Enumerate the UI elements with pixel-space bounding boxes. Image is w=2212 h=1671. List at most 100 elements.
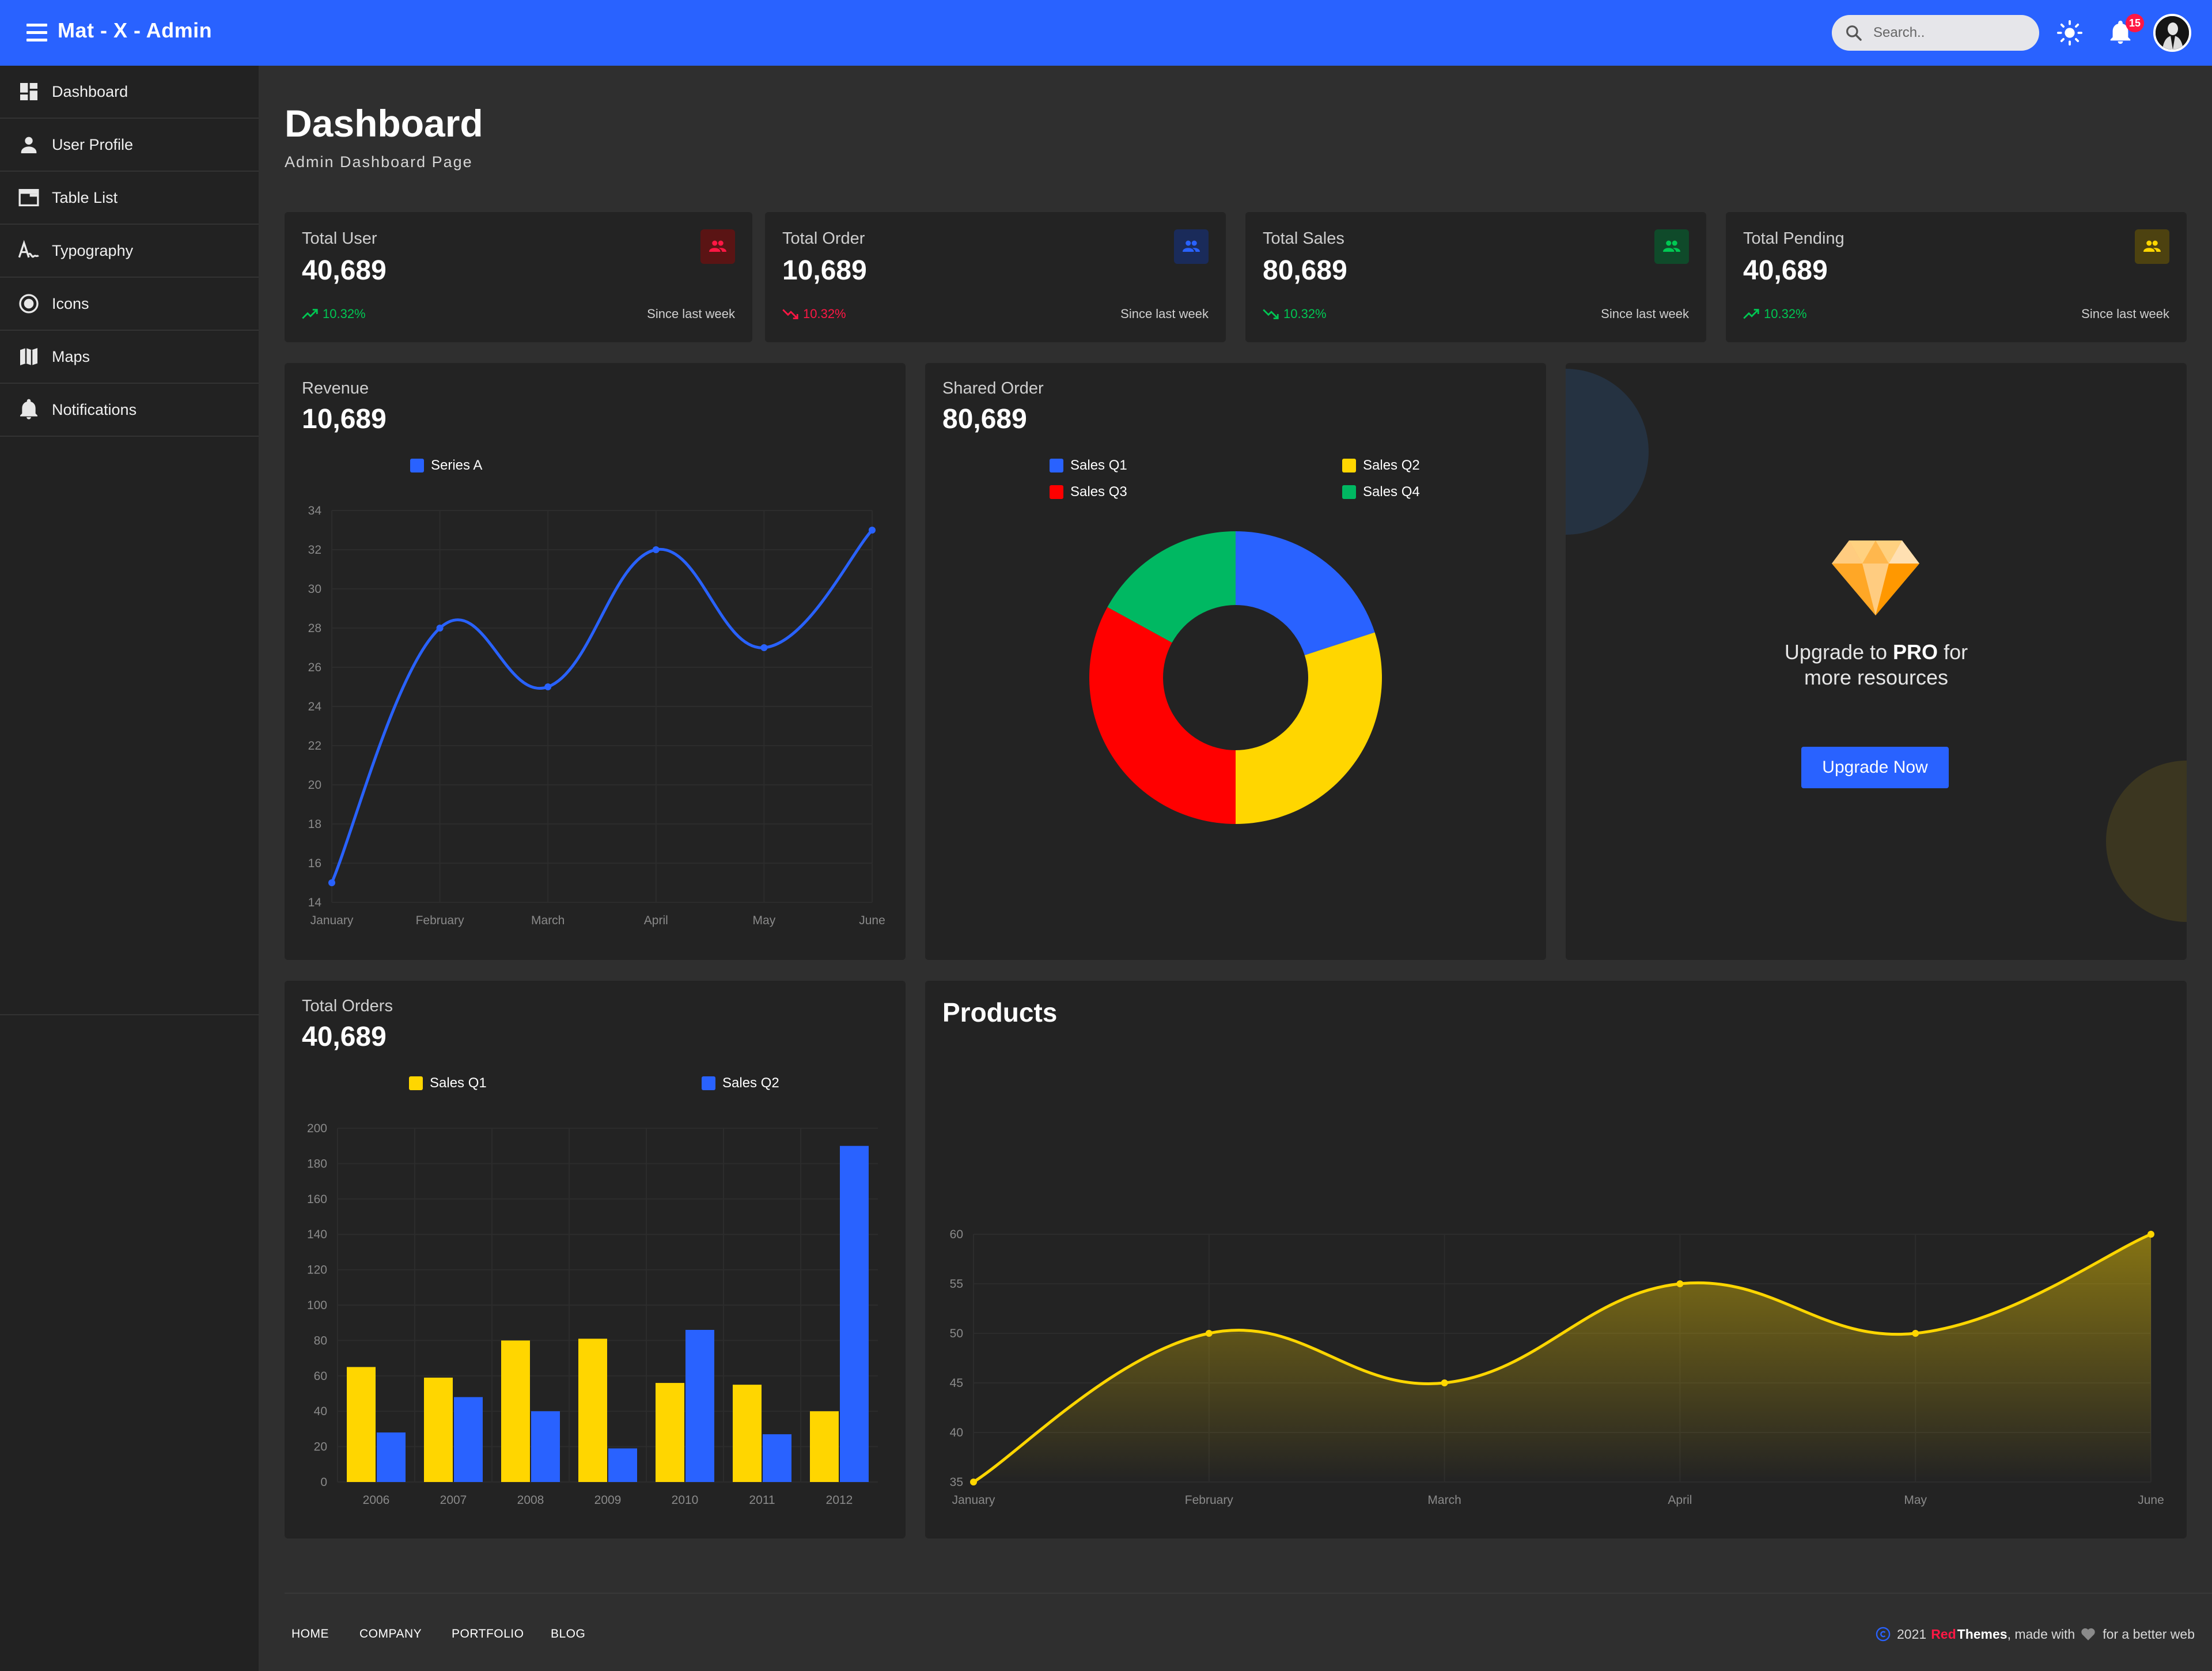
- y-tick-label: 22: [308, 739, 321, 753]
- bar: [733, 1385, 762, 1482]
- x-tick-label: June: [2138, 1494, 2164, 1507]
- sidebar-item-maps[interactable]: Maps: [0, 331, 259, 384]
- donut-slice: [1236, 531, 1375, 656]
- data-point: [1676, 1280, 1684, 1287]
- x-tick-label: February: [416, 914, 465, 927]
- map-icon: [20, 348, 37, 365]
- y-tick-label: 45: [950, 1377, 963, 1390]
- stat-value: 40,689: [1743, 255, 1828, 286]
- group-icon: [1174, 229, 1209, 264]
- user-avatar[interactable]: [2153, 14, 2191, 52]
- search-icon: [1846, 25, 1862, 41]
- notification-count-badge: 15: [2126, 14, 2144, 32]
- sidebar-item-icons[interactable]: Icons: [0, 278, 259, 331]
- x-tick-label: March: [531, 914, 565, 927]
- theme-toggle-icon[interactable]: [2056, 20, 2083, 46]
- y-tick-label: 60: [314, 1370, 327, 1383]
- x-tick-label: 2006: [363, 1494, 390, 1507]
- bar: [454, 1397, 483, 1482]
- stat-value: 10,689: [782, 255, 867, 286]
- sidebar-item-dashboard[interactable]: Dashboard: [0, 66, 259, 119]
- y-tick-label: 20: [308, 778, 321, 792]
- sidebar-item-notifications[interactable]: Notifications: [0, 384, 259, 437]
- trending-up-icon: [302, 309, 318, 319]
- y-tick-label: 120: [307, 1264, 327, 1277]
- bar: [810, 1411, 839, 1482]
- bar: [656, 1383, 684, 1482]
- y-tick-label: 200: [307, 1122, 327, 1135]
- area-fill: [974, 1234, 2151, 1482]
- sidebar-item-label: User Profile: [52, 135, 134, 153]
- search-box[interactable]: [1832, 15, 2039, 51]
- upgrade-now-button[interactable]: Upgrade Now: [1801, 747, 1949, 788]
- y-tick-label: 20: [314, 1441, 327, 1454]
- menu-icon[interactable]: [26, 24, 47, 42]
- y-tick-label: 26: [308, 661, 321, 674]
- x-tick-label: 2009: [594, 1494, 622, 1507]
- y-tick-label: 0: [320, 1476, 327, 1489]
- x-tick-label: April: [1668, 1494, 1692, 1507]
- sidebar-item-user-profile[interactable]: User Profile: [0, 119, 259, 172]
- bar: [608, 1448, 637, 1482]
- data-point: [436, 625, 444, 632]
- data-point: [760, 644, 768, 651]
- y-tick-label: 16: [308, 857, 321, 870]
- trending-up-icon: [1743, 309, 1759, 319]
- page-subtitle: Admin Dashboard Page: [285, 153, 473, 171]
- stat-card-total-sales: Total Sales 80,689 10.32% Since last wee…: [1245, 212, 1706, 342]
- footer-link-portfolio[interactable]: PORTFOLIO: [452, 1627, 524, 1641]
- bar: [424, 1377, 453, 1482]
- bar: [840, 1145, 869, 1482]
- sidebar-item-typography[interactable]: Typography: [0, 225, 259, 278]
- shared-order-donut-chart: [1089, 531, 1382, 824]
- products-area-chart: 35 40 45 50 55 60 January February March April May…: [950, 1228, 2164, 1507]
- top-app-bar: Mat - X - Admin 15: [0, 0, 2212, 66]
- stat-change: 10.32%: [1743, 307, 1807, 322]
- y-tick-label: 80: [314, 1334, 327, 1347]
- x-tick-label: 2007: [440, 1494, 467, 1507]
- sidebar: Dashboard User Profile Table List Typogr…: [0, 66, 259, 1671]
- y-tick-label: 24: [308, 700, 322, 713]
- y-tick-label: 140: [307, 1228, 327, 1241]
- footer-link-blog[interactable]: BLOG: [551, 1627, 585, 1641]
- sidebar-item-label: Typography: [52, 241, 134, 259]
- table-icon: [18, 189, 39, 206]
- typography-icon: [18, 240, 39, 258]
- y-tick-label: 160: [307, 1193, 327, 1206]
- footer-link-company[interactable]: COMPANY: [359, 1627, 422, 1641]
- x-tick-label: 2010: [672, 1494, 699, 1507]
- data-point: [2147, 1231, 2154, 1238]
- sidebar-item-table-list[interactable]: Table List: [0, 172, 259, 225]
- heart-icon: [2081, 1628, 2095, 1640]
- stat-since: Since last week: [647, 307, 735, 321]
- dashboard-icon: [20, 83, 37, 100]
- group-icon: [2135, 229, 2169, 264]
- stat-change: 10.32%: [1263, 307, 1327, 322]
- data-point: [328, 879, 335, 886]
- data-point: [1205, 1330, 1213, 1337]
- stat-change: 10.32%: [782, 307, 846, 322]
- data-point: [869, 527, 876, 534]
- stat-card-total-order: Total Order 10,689 10.32% Since last wee…: [765, 212, 1226, 342]
- stat-label: Total Sales: [1263, 229, 1344, 248]
- bar: [578, 1339, 607, 1482]
- donut-slice: [1089, 607, 1236, 824]
- x-tick-label: 2011: [749, 1494, 775, 1507]
- app-title[interactable]: Mat - X - Admin: [58, 18, 212, 43]
- sidebar-item-label: Maps: [52, 347, 90, 365]
- bell-icon: [20, 399, 37, 419]
- sidebar-item-label: Notifications: [52, 400, 137, 418]
- footer-divider: [285, 1593, 2212, 1594]
- x-tick-label: June: [859, 914, 885, 927]
- data-point: [1912, 1330, 1919, 1337]
- footer-link-home[interactable]: HOME: [291, 1627, 329, 1641]
- bar: [347, 1367, 376, 1482]
- bar: [763, 1434, 791, 1482]
- bar: [501, 1340, 530, 1482]
- stat-value: 40,689: [302, 255, 387, 286]
- x-tick-label: 2008: [517, 1494, 544, 1507]
- y-tick-label: 34: [308, 504, 322, 517]
- data-point: [544, 683, 552, 690]
- group-icon: [1654, 229, 1689, 264]
- search-input[interactable]: [1873, 25, 2023, 41]
